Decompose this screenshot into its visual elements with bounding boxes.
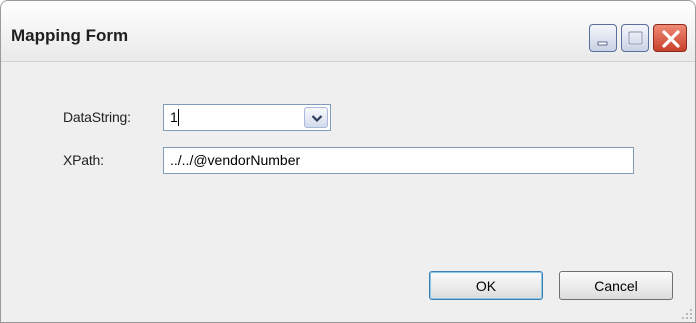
chevron-down-icon (311, 115, 323, 123)
window-title: Mapping Form (11, 26, 129, 45)
xpath-input[interactable]: ../../@vendorNumber (163, 147, 634, 174)
resize-grip-icon[interactable] (681, 308, 693, 320)
maximize-button[interactable] (621, 24, 649, 52)
datastring-combobox[interactable]: 1 (163, 104, 331, 131)
xpath-label: XPath: (63, 152, 104, 168)
close-icon (662, 30, 680, 48)
datastring-value[interactable]: 1 (170, 109, 178, 125)
dropdown-button[interactable] (304, 107, 328, 128)
close-button[interactable] (653, 24, 687, 52)
cancel-button[interactable]: Cancel (559, 271, 673, 300)
datastring-label: DataString: (63, 109, 131, 125)
minimize-icon (597, 41, 608, 46)
maximize-icon (627, 30, 644, 46)
text-cursor (178, 109, 179, 126)
ok-button[interactable]: OK (429, 271, 543, 300)
xpath-value[interactable]: ../../@vendorNumber (170, 152, 300, 168)
minimize-button[interactable] (589, 24, 617, 52)
title-bar[interactable]: Mapping Form (1, 1, 695, 62)
mapping-form-window: Mapping Form DataString: 1 XPath: ../../… (0, 0, 696, 323)
